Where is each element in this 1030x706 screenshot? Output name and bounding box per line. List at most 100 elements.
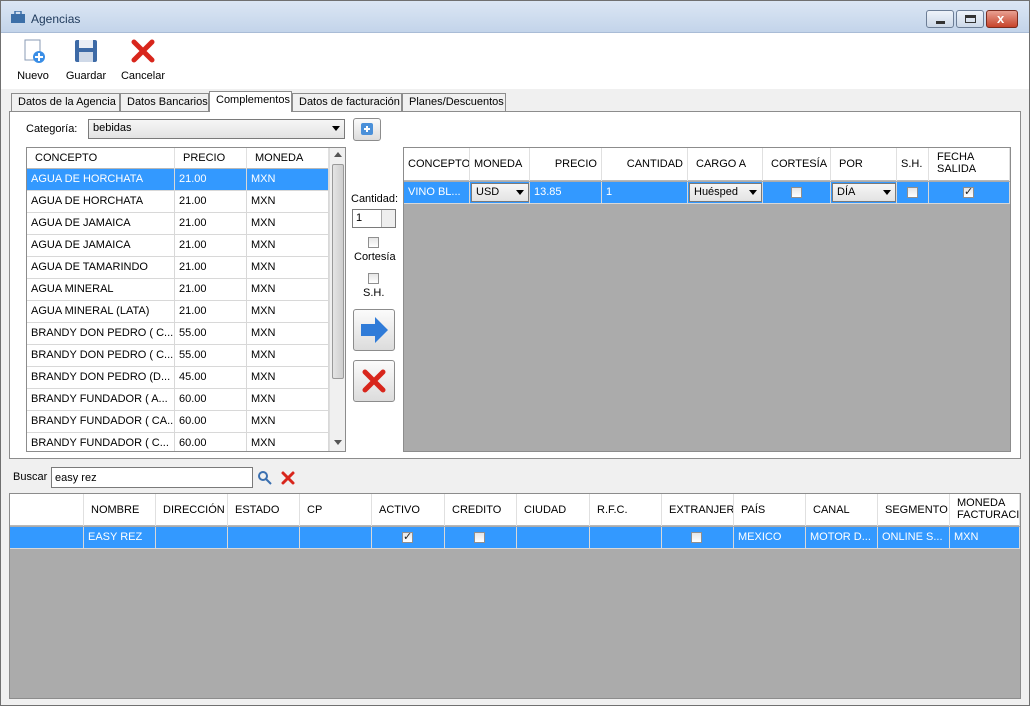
assigned-header-cargo[interactable]: CARGO A	[688, 148, 763, 181]
assigned-sh-checkbox[interactable]	[907, 187, 918, 198]
agencies-header-cp[interactable]: CP	[300, 494, 372, 526]
catalog-header-precio[interactable]: PRECIO	[175, 148, 247, 169]
cantidad-stepper[interactable]: 1	[352, 209, 396, 228]
catalog-row[interactable]: AGUA MINERAL (LATA) 21.00 MXN	[27, 301, 329, 323]
close-window-button[interactable]: x	[986, 10, 1018, 28]
catalog-row[interactable]: AGUA DE JAMAICA 21.00 MXN	[27, 235, 329, 257]
catalog-cell-moneda: MXN	[247, 301, 329, 323]
catalog-header-concepto[interactable]: CONCEPTO	[27, 148, 175, 169]
sh-checkbox[interactable]	[368, 273, 379, 284]
assigned-header-cortesia[interactable]: CORTESÍA	[763, 148, 831, 181]
refresh-icon	[361, 123, 373, 135]
assigned-header: CONCEPTO MONEDA PRECIO CANTIDAD CARGO A …	[404, 148, 1010, 181]
cortesia-checkbox[interactable]	[368, 237, 379, 248]
tab-complementos[interactable]: Complementos	[209, 91, 292, 112]
assigned-header-sh[interactable]: S.H.	[897, 148, 929, 181]
maximize-button[interactable]	[956, 10, 984, 28]
agencies-header-pa-s[interactable]: PAÍS	[734, 494, 806, 526]
catalog-row[interactable]: BRANDY FUNDADOR ( A... 60.00 MXN	[27, 389, 329, 411]
nuevo-button[interactable]: Nuevo	[11, 37, 55, 82]
catalog-scroll-thumb[interactable]	[332, 164, 344, 379]
catalog-cell-concepto: BRANDY FUNDADOR ( C...	[27, 433, 175, 451]
assigned-header-fecha-salida[interactable]: FECHA SALIDA	[929, 148, 1010, 181]
assigned-cargo-value: Huésped	[694, 186, 739, 198]
tab-datos-facturacion[interactable]: Datos de facturación	[292, 93, 402, 112]
catalog-row[interactable]: AGUA MINERAL 21.00 MXN	[27, 279, 329, 301]
window-title: Agencias	[31, 12, 81, 26]
scroll-down-icon[interactable]	[334, 440, 342, 445]
agency-cell-moneda: MXN	[950, 527, 1020, 549]
tab-planes-descuentos[interactable]: Planes/Descuentos	[402, 93, 506, 112]
assigned-cell-precio[interactable]: 13.85	[530, 182, 602, 204]
agencies-header-segmento[interactable]: SEGMENTO	[878, 494, 950, 526]
categoria-label: Categoría:	[26, 123, 78, 135]
agency-extranjero-checkbox[interactable]	[691, 532, 702, 543]
cancelar-button[interactable]: Cancelar	[119, 37, 167, 82]
agency-row[interactable]: EASY REZ MEXICO MOTOR D... ONLINE S... M…	[10, 527, 1020, 549]
assigned-cortesia-checkbox[interactable]	[791, 187, 802, 198]
catalog-header-moneda[interactable]: MONEDA	[247, 148, 329, 169]
agencies-header-direcci-n[interactable]: DIRECCIÓN	[156, 494, 228, 526]
catalog-cell-concepto: BRANDY FUNDADOR ( A...	[27, 389, 175, 411]
catalog-cell-moneda: MXN	[247, 367, 329, 389]
remove-complement-button[interactable]	[353, 360, 395, 402]
agencies-header-extranjer[interactable]: EXTRANJER	[662, 494, 734, 526]
catalog-row[interactable]: AGUA DE JAMAICA 21.00 MXN	[27, 213, 329, 235]
categoria-select[interactable]: bebidas	[88, 119, 345, 139]
catalog-row[interactable]: BRANDY DON PEDRO ( C... 55.00 MXN	[27, 323, 329, 345]
assigned-header-concepto[interactable]: CONCEPTO	[404, 148, 470, 181]
agencies-header-nombre[interactable]: NOMBRE	[84, 494, 156, 526]
catalog-header: CONCEPTO PRECIO MONEDA	[27, 148, 329, 169]
clear-search-icon[interactable]	[280, 470, 296, 486]
chevron-down-icon	[516, 190, 524, 195]
agencies-header-moneda-facturaci[interactable]: MONEDA FACTURACI	[950, 494, 1020, 526]
add-complement-button[interactable]	[353, 309, 395, 351]
minimize-button[interactable]	[926, 10, 954, 28]
catalog-row[interactable]: BRANDY DON PEDRO (D... 45.00 MXN	[27, 367, 329, 389]
assigned-header-cantidad[interactable]: CANTIDAD	[602, 148, 688, 181]
agencies-header-ciudad[interactable]: CIUDAD	[517, 494, 590, 526]
catalog-scrollbar[interactable]	[329, 148, 345, 451]
catalog-row[interactable]: BRANDY DON PEDRO ( C... 55.00 MXN	[27, 345, 329, 367]
assigned-moneda-select[interactable]: USD	[471, 183, 529, 202]
agency-cell-cp	[300, 527, 372, 549]
catalog-row[interactable]: AGUA DE TAMARINDO 21.00 MXN	[27, 257, 329, 279]
assigned-cell-cantidad[interactable]: 1	[602, 182, 688, 204]
catalog-row[interactable]: AGUA DE HORCHATA 21.00 MXN	[27, 169, 329, 191]
agencies-header-credito[interactable]: CREDITO	[445, 494, 517, 526]
catalog-cell-concepto: AGUA DE HORCHATA	[27, 191, 175, 213]
cantidad-label: Cantidad:	[351, 193, 399, 205]
catalog-grid: CONCEPTO PRECIO MONEDA AGUA DE HORCHATA 2…	[26, 147, 346, 452]
agencies-grid: NOMBRE DIRECCIÓN ESTADO CP ACTIVO CREDITO CIUD…	[9, 493, 1021, 699]
catalog-cell-precio: 60.00	[175, 433, 247, 451]
search-input[interactable]	[51, 467, 253, 488]
catalog-row[interactable]: BRANDY FUNDADOR ( CA... 60.00 MXN	[27, 411, 329, 433]
assigned-cargo-select[interactable]: Huésped	[689, 183, 762, 202]
catalog-cell-moneda: MXN	[247, 257, 329, 279]
catalog-cell-precio: 55.00	[175, 323, 247, 345]
assigned-header-por[interactable]: POR	[831, 148, 897, 181]
refresh-button[interactable]	[353, 118, 381, 141]
agency-activo-checkbox[interactable]	[402, 530, 413, 543]
agency-credito-checkbox[interactable]	[474, 532, 485, 543]
assigned-header-moneda[interactable]: MONEDA	[470, 148, 530, 181]
catalog-cell-concepto: BRANDY DON PEDRO (D...	[27, 367, 175, 389]
agencies-header-activo[interactable]: ACTIVO	[372, 494, 445, 526]
scroll-up-icon[interactable]	[334, 152, 342, 157]
catalog-row[interactable]: BRANDY FUNDADOR ( C... 60.00 MXN	[27, 433, 329, 451]
assigned-por-select[interactable]: DÍA	[832, 183, 896, 202]
assigned-cell-concepto: VINO BL...	[404, 182, 470, 204]
assigned-header-precio[interactable]: PRECIO	[530, 148, 602, 181]
assigned-row[interactable]: VINO BL... USD 13.85 1 Huésped DÍA	[404, 182, 1010, 204]
agencies-header-estado[interactable]: ESTADO	[228, 494, 300, 526]
stepper-arrows-icon[interactable]	[381, 210, 395, 227]
assigned-fecha-salida-checkbox[interactable]	[963, 185, 974, 198]
guardar-button[interactable]: Guardar	[63, 37, 109, 82]
search-icon[interactable]	[257, 470, 273, 486]
tab-datos-bancarios[interactable]: Datos Bancarios	[120, 93, 209, 112]
agencies-header-r-f-c-[interactable]: R.F.C.	[590, 494, 662, 526]
catalog-row[interactable]: AGUA DE HORCHATA 21.00 MXN	[27, 191, 329, 213]
agencies-header-canal[interactable]: CANAL	[806, 494, 878, 526]
catalog-cell-moneda: MXN	[247, 213, 329, 235]
tab-datos-agencia[interactable]: Datos de la Agencia	[11, 93, 120, 112]
